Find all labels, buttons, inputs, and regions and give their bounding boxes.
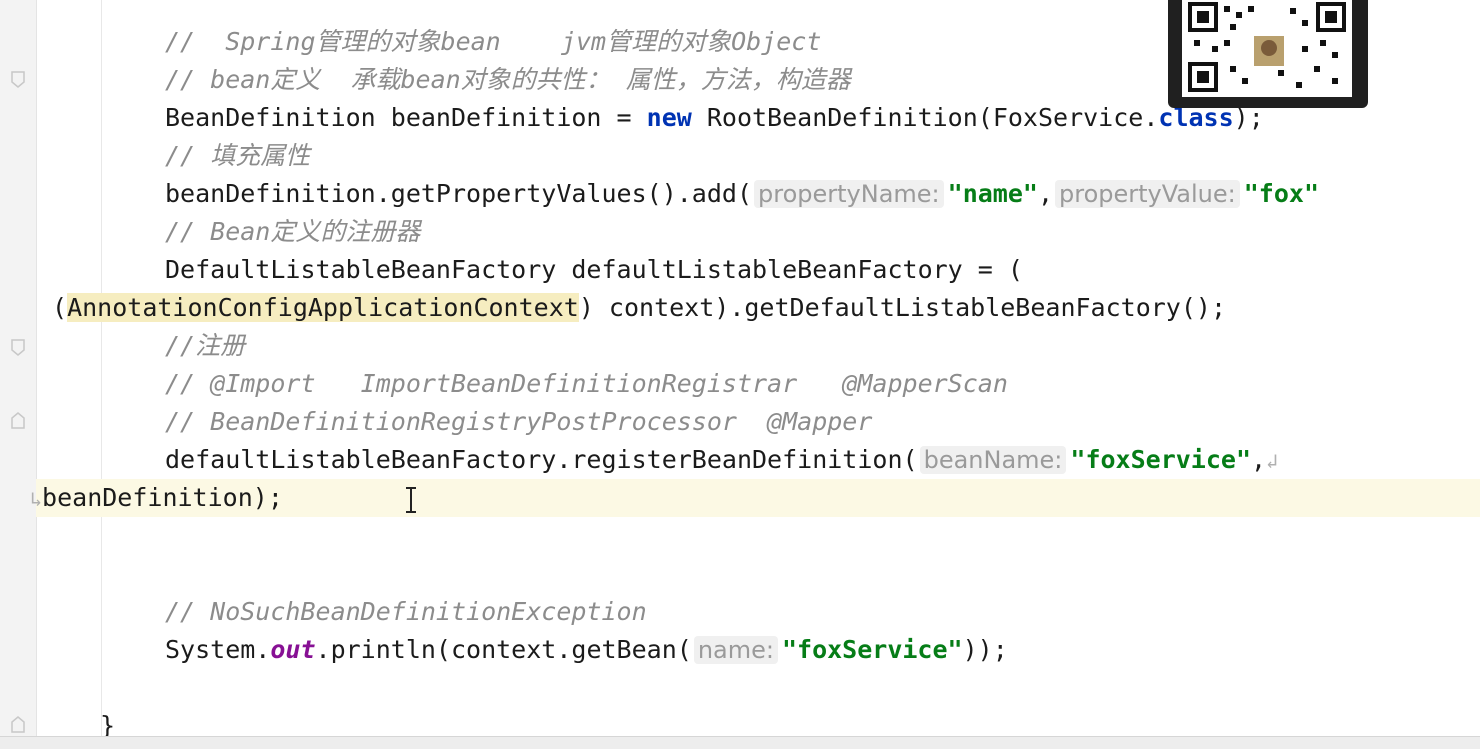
code-line: //注册 <box>165 331 246 360</box>
code-line: // BeanDefinitionRegistryPostProcessor @… <box>165 407 873 436</box>
text-cursor-icon <box>404 486 418 518</box>
parameter-hint: beanName: <box>919 446 1067 474</box>
highlighted-identifier: AnnotationConfigApplicationContext <box>67 293 579 322</box>
code-editor[interactable]: // Spring管理的对象bean jvm管理的对象Object // bea… <box>0 0 1480 749</box>
code-line: // NoSuchBeanDefinitionException <box>165 597 647 626</box>
parameter-hint: propertyValue: <box>1055 180 1240 208</box>
qr-code-icon <box>1182 0 1352 97</box>
parameter-hint: propertyName: <box>754 180 944 208</box>
soft-wrap-icon: ↳ <box>30 487 43 511</box>
code-line: DefaultListableBeanFactory defaultListab… <box>165 255 1023 284</box>
code-line: BeanDefinition beanDefinition = new Root… <box>165 103 1264 132</box>
code-line: beanDefinition.getPropertyValues().add(p… <box>165 179 1320 208</box>
qr-code-overlay <box>1168 0 1368 108</box>
parameter-hint: name: <box>693 636 778 664</box>
soft-wrap-icon: ↲ <box>1266 449 1279 473</box>
code-line: // 填充属性 <box>165 141 311 170</box>
status-bar <box>0 736 1480 749</box>
code-line: System.out.println(context.getBean(name:… <box>165 635 1008 664</box>
code-line: ↳beanDefinition); <box>30 483 283 512</box>
code-line: // @Import ImportBeanDefinitionRegistrar… <box>165 369 1008 398</box>
code-line: // Spring管理的对象bean jvm管理的对象Object <box>165 27 822 56</box>
code-line: // Bean定义的注册器 <box>165 217 421 246</box>
code-line: (AnnotationConfigApplicationContext) con… <box>52 293 1227 322</box>
code-line: // bean定义 承载bean对象的共性： 属性，方法，构造器 <box>165 65 851 94</box>
code-line: defaultListableBeanFactory.registerBeanD… <box>165 445 1279 474</box>
